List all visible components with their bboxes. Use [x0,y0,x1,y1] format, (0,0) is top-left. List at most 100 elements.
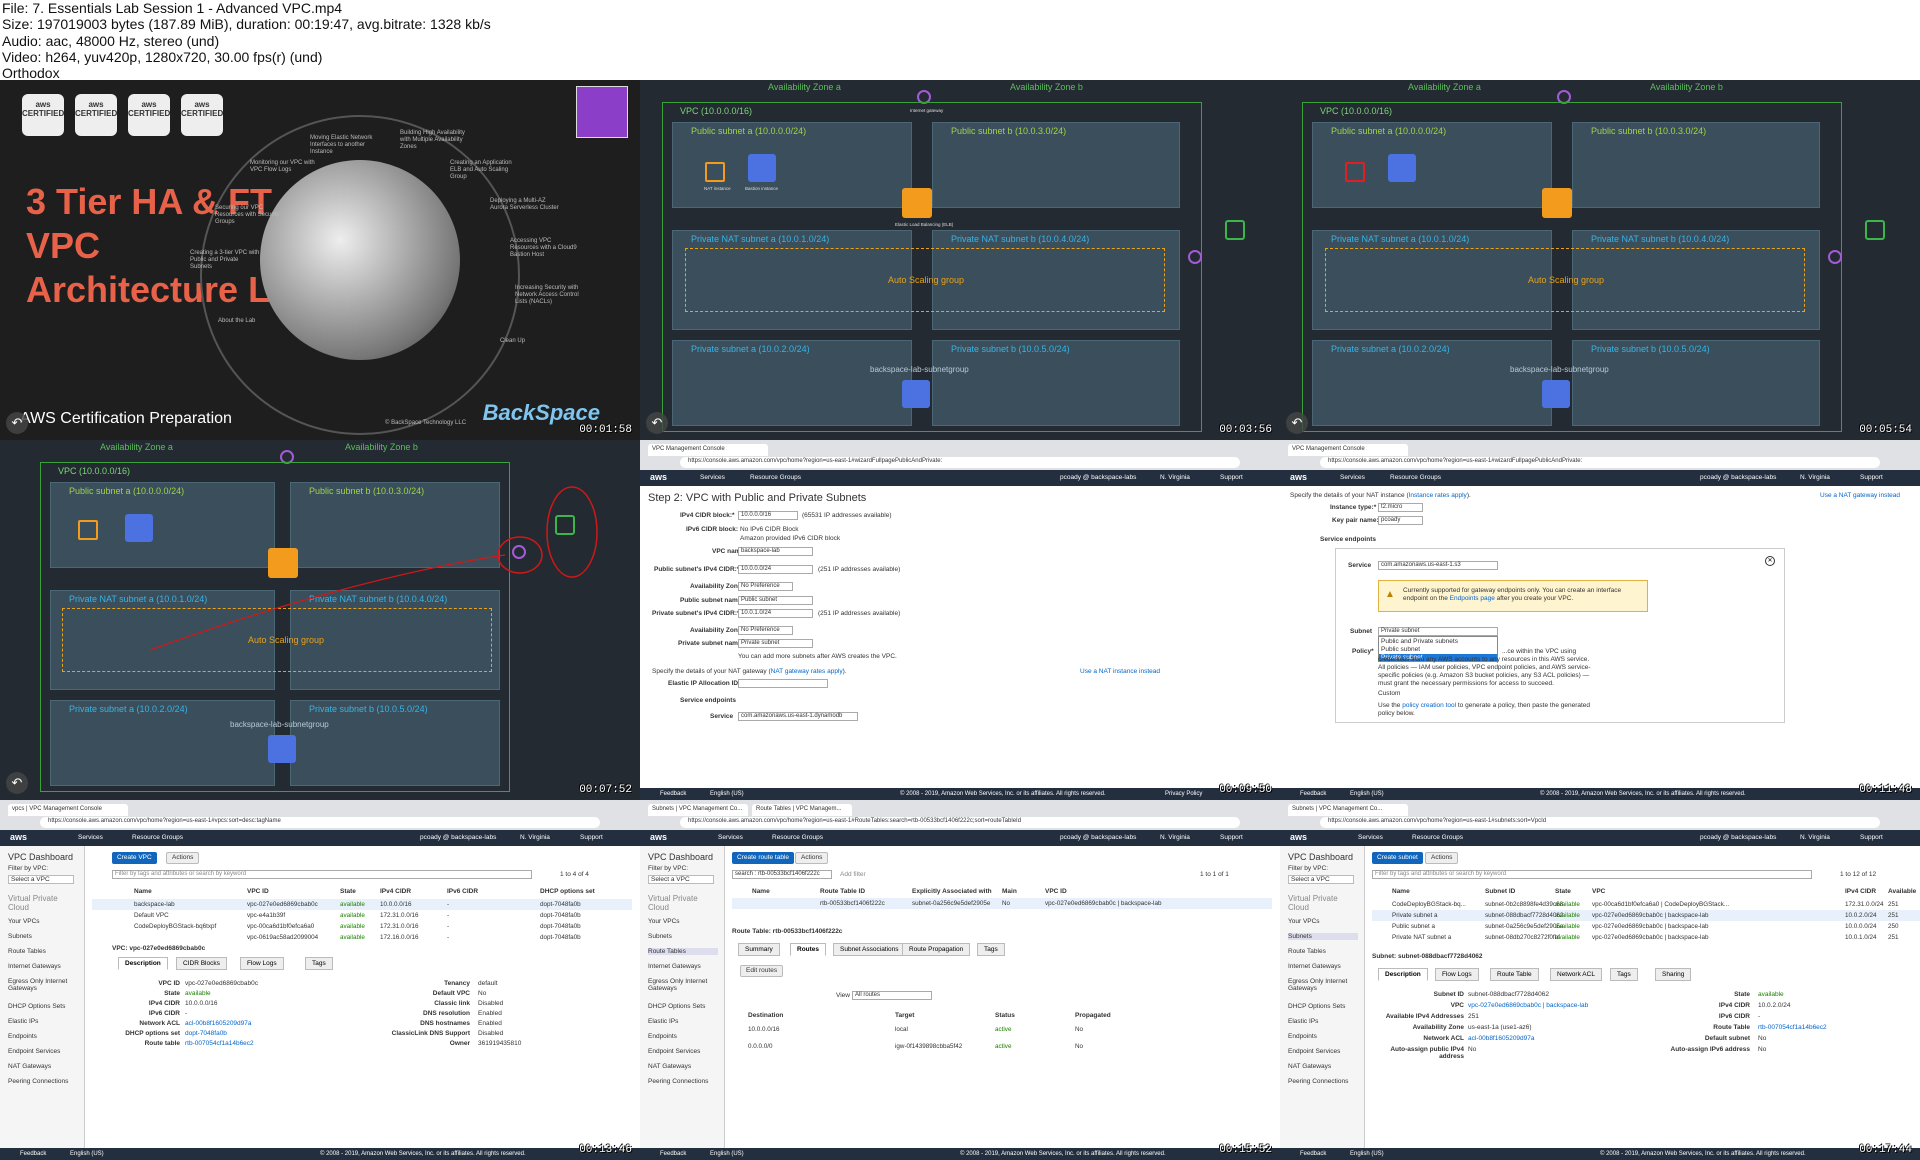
sidebar-item[interactable]: DHCP Options Sets [8,1003,65,1010]
endpoints-page-link[interactable]: Endpoints page [1450,595,1495,602]
browser-tab[interactable]: VPC Management Console [1288,444,1408,456]
back-arrow-icon[interactable]: ↶ [6,772,28,794]
browser-tab[interactable]: Route Tables | VPC Managem... [752,804,852,816]
eip-input[interactable] [738,679,828,688]
add-filter-input[interactable]: Add filter [840,871,866,878]
resource-groups-menu[interactable]: Resource Groups [1412,834,1463,841]
service-select[interactable]: com.amazonaws.us-east-1.dynamodb [738,712,858,721]
sidebar-item[interactable]: Route Tables [8,948,46,955]
back-arrow-icon[interactable]: ↶ [6,412,28,434]
language-select[interactable]: English (US) [70,1151,104,1157]
tab-flow-logs[interactable]: Flow Logs [240,957,284,970]
address-bar[interactable]: https://console.aws.amazon.com/vpc/home?… [680,817,1240,828]
tab-description[interactable]: Description [118,957,168,970]
ipv6-option[interactable]: No IPv6 CIDR Block [740,526,799,533]
column-header[interactable]: State [1555,888,1571,895]
resource-groups-menu[interactable]: Resource Groups [1390,474,1441,481]
user-menu[interactable]: pcoady @ backspace-labs [1060,474,1136,481]
vpc-id-link[interactable]: vpc-027e0ed6869cbab0c | backspace-lab [1045,900,1161,907]
sidebar-item-active[interactable]: Subnets [1288,933,1358,940]
sidebar-item[interactable]: Your VPCs [1288,918,1320,925]
column-header[interactable]: VPC ID [247,888,269,895]
column-header[interactable]: Explicitly Associated with [912,888,992,895]
tab-route-propagation[interactable]: Route Propagation [902,943,971,956]
column-header[interactable]: State [340,888,356,895]
support-menu[interactable]: Support [1220,834,1243,841]
services-menu[interactable]: Services [1358,834,1383,841]
tab-tags[interactable]: Tags [305,957,333,970]
sidebar-item[interactable]: NAT Gateways [648,1063,691,1070]
aws-logo[interactable]: aws [1290,832,1307,842]
sidebar-title[interactable]: VPC Dashboard [8,852,73,862]
address-bar[interactable]: https://console.aws.amazon.com/vpc/home?… [1320,457,1880,468]
feedback-link[interactable]: Feedback [1300,791,1326,797]
tab-routes[interactable]: Routes [790,943,827,956]
tab-tags[interactable]: Tags [977,943,1005,956]
sidebar-item[interactable]: Egress Only Internet Gateways [648,978,718,992]
feedback-link[interactable]: Feedback [1300,1151,1326,1157]
vpc-filter-select[interactable]: Select a VPC [1288,875,1354,884]
instance-rates-link[interactable]: Instance rates apply [1409,492,1467,499]
services-menu[interactable]: Services [1340,474,1365,481]
tab-description[interactable]: Description [1378,968,1428,981]
language-select[interactable]: English (US) [1350,791,1384,797]
column-header[interactable]: Name [134,888,152,895]
service-select[interactable]: com.amazonaws.us-east-1.s3 [1378,561,1498,570]
close-icon[interactable]: ✕ [1765,556,1775,566]
sidebar-item[interactable]: Peering Connections [648,1078,708,1085]
sidebar-item[interactable]: Peering Connections [1288,1078,1348,1085]
create-vpc-button[interactable]: Create VPC [112,852,157,864]
ipv4-cidr-input[interactable]: 10.0.0.0/16 [738,511,798,520]
sidebar-item-active[interactable]: Route Tables [648,948,718,955]
nat-rates-link[interactable]: NAT gateway rates apply [771,668,843,675]
vpc-name-input[interactable]: backspace-lab [738,547,813,556]
dropdown-option[interactable]: Public and Private subnets [1381,638,1458,645]
table-row[interactable]: Default VPC vpc-e4a1b39f available 172.31.0… [92,910,632,921]
instance-type-select[interactable]: t2.micro [1378,503,1423,512]
tab-subnet-associations[interactable]: Subnet Associations [833,943,906,956]
vpc-filter-select[interactable]: Select a VPC [648,875,714,884]
private-name-input[interactable]: Private subnet [738,639,813,648]
tab-route-table[interactable]: Route Table [1490,968,1539,981]
sidebar-item[interactable]: DHCP Options Sets [1288,1003,1345,1010]
column-header[interactable]: DHCP options set [540,888,595,895]
dropdown-option[interactable]: Public subnet [1381,646,1420,653]
public-name-input[interactable]: Public subnet [738,596,813,605]
tab-flow-logs[interactable]: Flow Logs [1435,968,1479,981]
sidebar-item[interactable]: Elastic IPs [8,1018,38,1025]
column-header[interactable]: VPC ID [1045,888,1067,895]
browser-tab[interactable]: vpcs | VPC Management Console [8,804,128,816]
column-header[interactable]: Main [1002,888,1017,895]
create-route-table-button[interactable]: Create route table [732,852,795,864]
browser-tab[interactable]: Subnets | VPC Management Co... [648,804,748,816]
feedback-link[interactable]: Feedback [660,1151,686,1157]
aws-logo[interactable]: aws [650,832,667,842]
tab-cidr-blocks[interactable]: CIDR Blocks [176,957,227,970]
feedback-link[interactable]: Feedback [20,1151,46,1157]
table-row-selected[interactable]: rtb-00533bcf1406f222c subnet-0a256c9e5de… [732,898,1272,909]
services-menu[interactable]: Services [700,474,725,481]
sidebar-item[interactable]: Endpoints [648,1033,677,1040]
sidebar-item[interactable]: Endpoint Services [1288,1048,1340,1055]
sidebar-item[interactable]: Elastic IPs [648,1018,678,1025]
services-menu[interactable]: Services [718,834,743,841]
table-row[interactable]: Public subnet a subnet-0a256c9e5def2905e a… [1372,921,1920,932]
aws-logo[interactable]: aws [1290,472,1307,482]
sidebar-item[interactable]: Endpoints [1288,1033,1317,1040]
sidebar-item[interactable]: DHCP Options Sets [648,1003,705,1010]
back-arrow-icon[interactable]: ↶ [646,412,668,434]
sidebar-item[interactable]: NAT Gateways [1288,1063,1331,1070]
region-menu[interactable]: N. Virginia [1800,474,1830,481]
search-chip[interactable]: search : rtb-00533bcf1406f222c [732,870,832,879]
region-menu[interactable]: N. Virginia [1800,834,1830,841]
resource-groups-menu[interactable]: Resource Groups [750,474,801,481]
address-bar[interactable]: https://console.aws.amazon.com/vpc/home?… [680,457,1240,468]
column-header[interactable]: Route Table ID [820,888,865,895]
search-input[interactable]: Filter by tags and attributes or search … [112,870,532,879]
tab-tags[interactable]: Tags [1610,968,1638,981]
table-row[interactable]: backspace-lab vpc-027e0ed6869cbab0c availa… [92,899,632,910]
support-menu[interactable]: Support [1220,474,1243,481]
key-pair-select[interactable]: pcoady [1378,516,1423,525]
table-row[interactable]: Private subnet a subnet-088dbacf7728d4062… [1372,910,1920,921]
sidebar-item[interactable]: Internet Gateways [8,963,61,970]
